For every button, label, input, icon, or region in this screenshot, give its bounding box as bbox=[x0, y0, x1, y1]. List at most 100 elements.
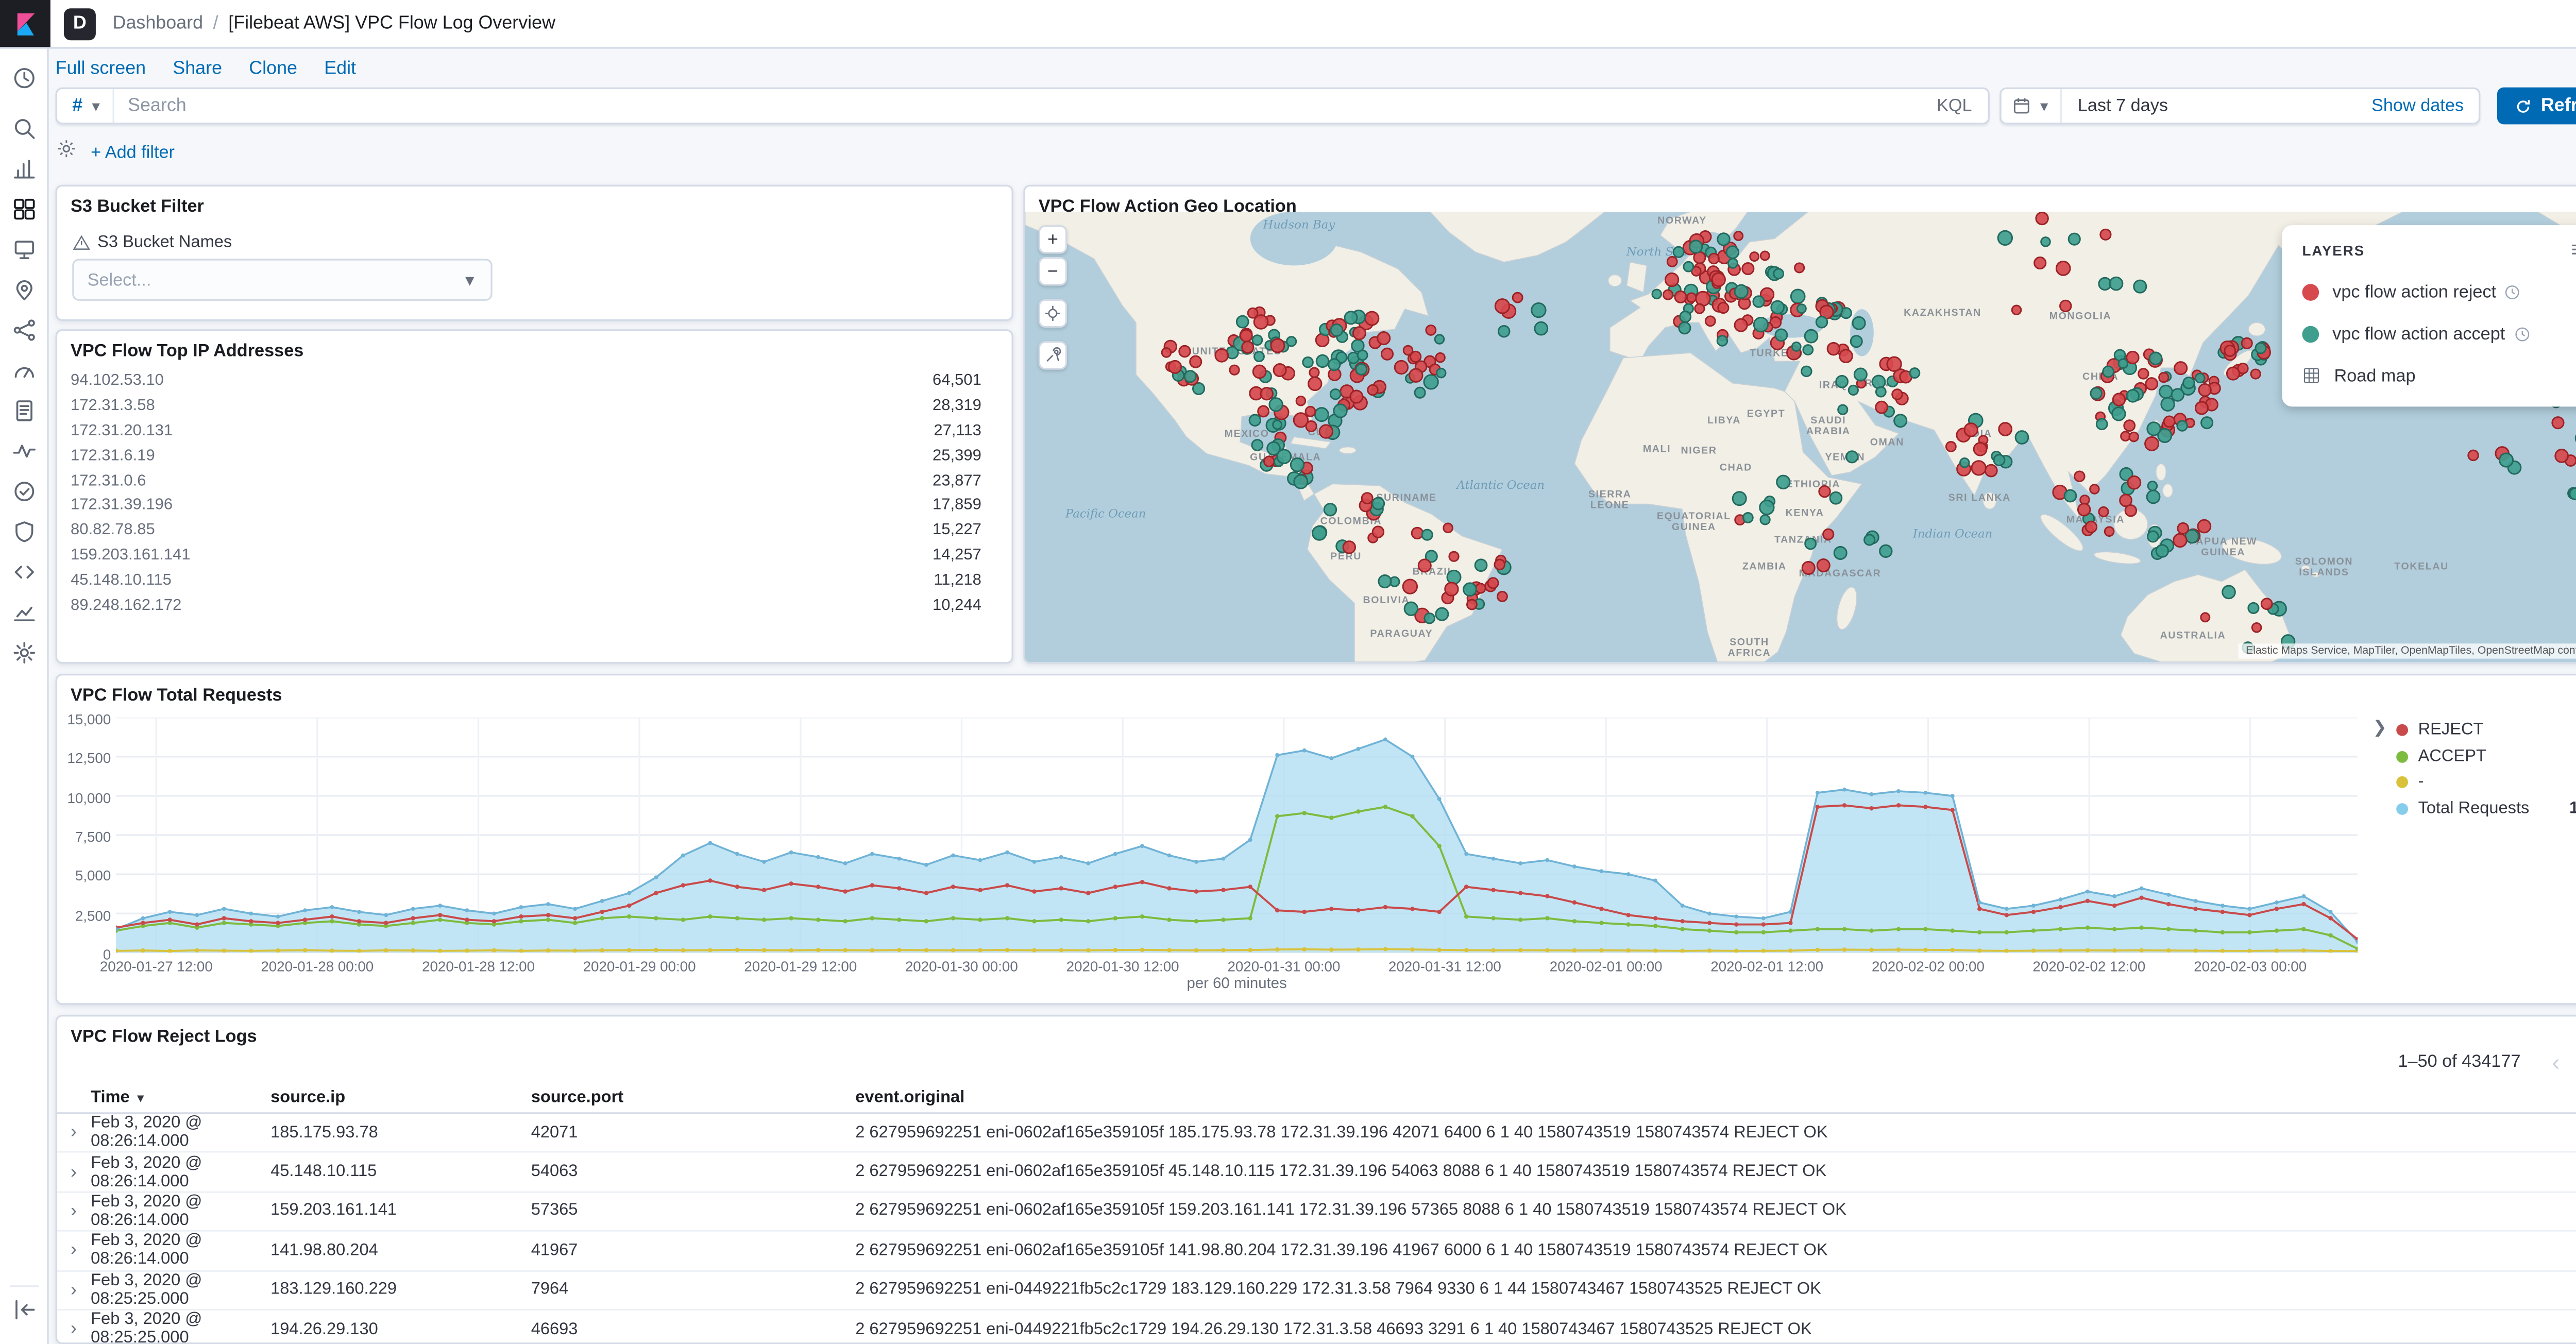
sidebar-item-management[interactable] bbox=[0, 637, 49, 677]
layer-item-road-map[interactable]: Road map bbox=[2282, 354, 2576, 397]
time-range-label[interactable]: Last 7 days bbox=[2062, 96, 2168, 116]
timeseries-plot[interactable] bbox=[116, 717, 2358, 953]
fit-to-bounds-button[interactable] bbox=[1038, 299, 1067, 328]
expand-row-icon[interactable]: › bbox=[71, 1201, 91, 1221]
filter-options-gear-icon[interactable] bbox=[56, 138, 77, 168]
bar-track bbox=[190, 472, 904, 489]
visualize-icon bbox=[12, 156, 37, 190]
column-header-event-original[interactable]: event.original bbox=[855, 1089, 2576, 1108]
previous-page-icon[interactable]: ‹ bbox=[2541, 1047, 2571, 1077]
sidebar-item-maps[interactable] bbox=[0, 274, 49, 314]
sidebar-item-recently-viewed[interactable] bbox=[0, 62, 49, 103]
y-axis-label: 7,500 bbox=[75, 828, 111, 845]
legend-swatch bbox=[2396, 777, 2409, 789]
column-header-source-port[interactable]: source.port bbox=[531, 1089, 856, 1108]
pagination: 1–50 of 434177 ‹ › bbox=[2398, 1047, 2576, 1077]
ip-bar-row: 80.82.78.85 15,227 bbox=[57, 518, 1012, 543]
collapse-nav-button[interactable] bbox=[0, 1294, 49, 1334]
sidebar-item-logs[interactable] bbox=[0, 395, 49, 435]
kql-button[interactable]: KQL bbox=[1920, 96, 1989, 116]
ip-value: 15,227 bbox=[933, 521, 981, 540]
sidebar-item-dashboard[interactable] bbox=[0, 193, 49, 233]
ip-label: 45.148.10.115 bbox=[70, 571, 172, 590]
legend-item--[interactable]: -110 bbox=[2396, 770, 2576, 796]
expand-row-icon[interactable]: › bbox=[71, 1319, 91, 1339]
svg-text:ZAMBIA: ZAMBIA bbox=[1742, 561, 1787, 572]
cell-source-port: 7964 bbox=[531, 1281, 569, 1300]
sidebar-item-stack-monitoring[interactable] bbox=[0, 597, 49, 637]
legend-item-reject[interactable]: REJECT863 bbox=[2396, 718, 2576, 744]
map-canvas[interactable]: NORWAYUNITED STATESKAZAKHSTANMONGOLIATUR… bbox=[1025, 211, 2576, 662]
bar-track bbox=[190, 422, 904, 439]
svg-text:BOLIVIA: BOLIVIA bbox=[1363, 594, 1410, 606]
kibana-logo[interactable] bbox=[0, 0, 50, 47]
expand-row-icon[interactable]: › bbox=[71, 1280, 91, 1300]
refresh-button[interactable]: Refresh bbox=[2497, 87, 2576, 125]
menu-edit[interactable]: Edit bbox=[324, 59, 356, 79]
search-input[interactable] bbox=[114, 95, 1920, 116]
svg-text:MEXICO: MEXICO bbox=[1225, 428, 1269, 439]
filter-set-button[interactable]: # ▼ bbox=[57, 89, 114, 123]
date-picker: ▼ Last 7 days Show dates bbox=[2001, 87, 2481, 125]
sidebar-item-discover[interactable] bbox=[0, 113, 49, 153]
legend-item-accept[interactable]: ACCEPT253 bbox=[2396, 744, 2576, 770]
layer-item-vpc-flow-action-accept[interactable]: vpc flow action accept bbox=[2282, 313, 2576, 355]
log-table-row: › Feb 3, 2020 @ 08:25:25.000 194.26.29.130… bbox=[57, 1311, 2576, 1343]
breadcrumb-dashboard[interactable]: Dashboard bbox=[113, 13, 204, 33]
zoom-out-button[interactable]: − bbox=[1038, 257, 1067, 286]
sidebar-item-uptime[interactable] bbox=[0, 475, 49, 516]
query-bar: # ▼ KQL ▼ Last 7 days Show dates Refresh bbox=[55, 87, 2576, 125]
ip-bar-row: 159.203.161.141 14,257 bbox=[57, 543, 1012, 568]
add-filter-button[interactable]: + Add filter bbox=[91, 143, 175, 163]
svg-text:KENYA: KENYA bbox=[1786, 507, 1824, 518]
x-axis-label: 2020-01-29 00:00 bbox=[583, 958, 696, 975]
layer-label: vpc flow action accept bbox=[2332, 323, 2505, 344]
column-header-time[interactable]: Time ▼ bbox=[91, 1089, 270, 1108]
canvas-icon bbox=[12, 237, 37, 270]
column-header-source-ip[interactable]: source.ip bbox=[270, 1089, 531, 1108]
menu-full-screen[interactable]: Full screen bbox=[56, 59, 146, 79]
sidebar-item-canvas[interactable] bbox=[0, 233, 49, 274]
layers-panel: LAYERS vpc flow action reject vpc flow ac… bbox=[2282, 225, 2576, 407]
layer-item-vpc-flow-action-reject[interactable]: vpc flow action reject bbox=[2282, 270, 2576, 313]
expand-row-icon[interactable]: › bbox=[71, 1162, 91, 1182]
log-table-row: › Feb 3, 2020 @ 08:26:14.000 141.98.80.204… bbox=[57, 1232, 2576, 1271]
bar-track bbox=[190, 497, 904, 514]
sidebar-item-machine-learning[interactable] bbox=[0, 314, 49, 354]
menu-share[interactable]: Share bbox=[173, 59, 222, 79]
zoom-in-button[interactable]: + bbox=[1038, 225, 1067, 254]
ip-value: 27,113 bbox=[934, 421, 981, 440]
bar-track bbox=[190, 547, 904, 564]
sidebar-item-apm[interactable] bbox=[0, 435, 49, 475]
log-table-row: › Feb 3, 2020 @ 08:26:14.000 185.175.93.78… bbox=[57, 1114, 2576, 1153]
cell-event-original: 2 627959692251 eni-0602af165e359105f 45.… bbox=[855, 1163, 1827, 1182]
kibana-dashboard: D Dashboard / [Filebeat AWS] VPC Flow Lo… bbox=[0, 0, 2576, 1344]
legend-swatch bbox=[2396, 751, 2409, 763]
expand-row-icon[interactable]: › bbox=[71, 1240, 91, 1261]
legend-label: REJECT bbox=[2418, 721, 2484, 740]
sidebar-item-dev-tools[interactable] bbox=[0, 556, 49, 597]
legend-item-total-requests[interactable]: Total Requests 1,226 bbox=[2396, 796, 2576, 822]
s3-bucket-select[interactable]: Select... ▼ bbox=[72, 259, 493, 301]
cell-source-port: 57365 bbox=[531, 1202, 578, 1221]
sidebar-item-metrics[interactable] bbox=[0, 354, 49, 395]
ip-label: 80.82.78.85 bbox=[70, 521, 155, 540]
show-dates-button[interactable]: Show dates bbox=[2371, 96, 2479, 116]
hash-icon: # bbox=[72, 95, 83, 116]
svg-text:SOLOMONISLANDS: SOLOMON ISLANDS bbox=[2295, 556, 2353, 578]
chevron-down-icon: ▼ bbox=[2037, 98, 2051, 114]
space-badge[interactable]: D bbox=[63, 7, 96, 40]
map-tools-button[interactable] bbox=[1038, 341, 1067, 370]
cell-source-port: 41967 bbox=[531, 1241, 578, 1260]
ip-bar-row: 172.31.20.131 27,113 bbox=[57, 418, 1012, 443]
dashboard-menu: Full screen Share Clone Edit bbox=[56, 59, 356, 79]
expand-row-icon[interactable]: › bbox=[71, 1122, 91, 1143]
sidebar-item-siem[interactable] bbox=[0, 516, 49, 556]
collapse-layers-icon[interactable] bbox=[2569, 239, 2576, 260]
calendar-button[interactable]: ▼ bbox=[2002, 89, 2063, 123]
menu-clone[interactable]: Clone bbox=[249, 59, 297, 79]
svg-text:EGYPT: EGYPT bbox=[1747, 408, 1785, 419]
legend-toggle-icon[interactable]: ❯ bbox=[2373, 719, 2387, 738]
chevron-down-icon: ▼ bbox=[89, 98, 103, 114]
sidebar-item-visualize[interactable] bbox=[0, 153, 49, 193]
